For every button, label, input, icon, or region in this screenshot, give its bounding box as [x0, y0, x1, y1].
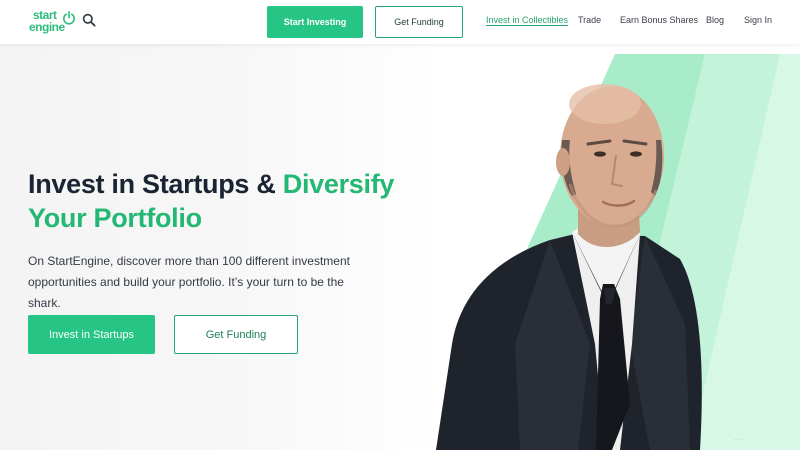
- get-funding-button[interactable]: Get Funding: [174, 315, 298, 354]
- hero-section: Invest in Startups & Diversify Your Port…: [0, 44, 800, 450]
- startengine-logo[interactable]: start engine: [29, 9, 75, 35]
- headline-accent-text: Diversify: [282, 169, 395, 199]
- nav-earn-bonus-shares[interactable]: Earn Bonus Shares: [620, 15, 698, 25]
- nav-blog[interactable]: Blog: [706, 15, 724, 25]
- start-investing-button[interactable]: Start Investing: [267, 6, 363, 38]
- hero-description: On StartEngine, discover more than 100 d…: [28, 254, 350, 310]
- image-watermark: · · · ·: [734, 437, 747, 443]
- nav-trade[interactable]: Trade: [578, 15, 601, 25]
- header-get-funding-button[interactable]: Get Funding: [375, 6, 463, 38]
- hero-headline: Invest in Startups & Diversify Your Port…: [28, 167, 408, 235]
- invest-in-startups-button[interactable]: Invest in Startups: [28, 315, 155, 354]
- top-navigation-bar: start engine Start Investing Get Funding…: [0, 0, 800, 44]
- nav-sign-in[interactable]: Sign In: [744, 15, 772, 25]
- headline-text: Invest in Startups &: [28, 169, 283, 199]
- nav-invest-in-collectibles[interactable]: Invest in Collectibles: [486, 15, 568, 25]
- logo-text-engine: engine: [29, 20, 65, 34]
- hero-portrait-image: [436, 84, 702, 450]
- search-icon[interactable]: [82, 13, 96, 27]
- headline-accent-text-line2: Your Portfolio: [28, 203, 202, 233]
- power-icon: [63, 11, 75, 25]
